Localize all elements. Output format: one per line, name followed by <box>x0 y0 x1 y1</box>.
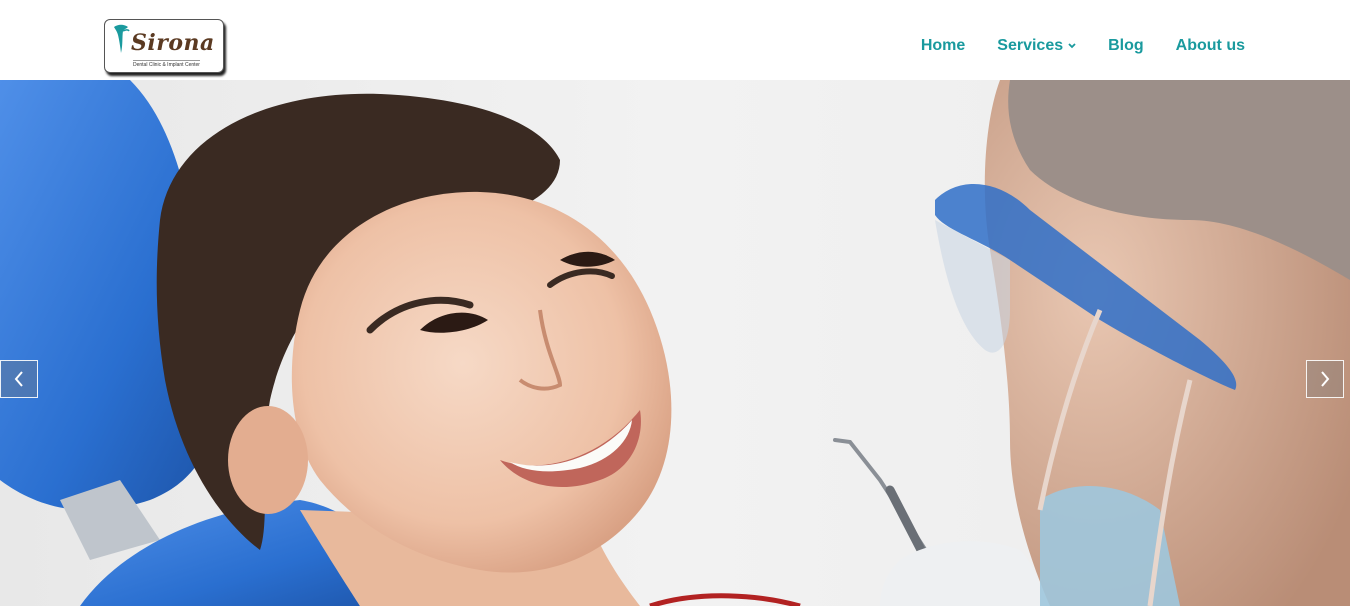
nav-item-blog[interactable]: Blog <box>1108 37 1144 55</box>
nav-item-label: Services <box>997 37 1064 54</box>
logo-tagline: Dental Clinic & Implant Center <box>133 60 200 68</box>
nav-item-about[interactable]: About us <box>1176 37 1245 55</box>
chevron-down-icon <box>1068 43 1076 49</box>
slider-prev-button[interactable] <box>0 360 38 398</box>
hero-slider <box>0 80 1350 606</box>
chevron-left-icon <box>14 371 23 387</box>
slider-next-button[interactable] <box>1306 360 1344 398</box>
tooth-icon <box>114 24 130 53</box>
main-nav: Home Services Blog About us <box>921 37 1245 55</box>
nav-item-label: Blog <box>1108 37 1144 54</box>
site-header: Sirona Dental Clinic & Implant Center Ho… <box>0 0 1350 80</box>
nav-item-home[interactable]: Home <box>921 37 965 55</box>
nav-item-services[interactable]: Services <box>997 37 1076 55</box>
chevron-right-icon <box>1321 371 1330 387</box>
nav-item-label: Home <box>920 37 966 54</box>
logo-name: Sirona <box>131 30 215 56</box>
site-logo[interactable]: Sirona Dental Clinic & Implant Center <box>104 19 224 73</box>
hero-image <box>0 80 1350 606</box>
nav-item-label: About us <box>1175 37 1245 54</box>
